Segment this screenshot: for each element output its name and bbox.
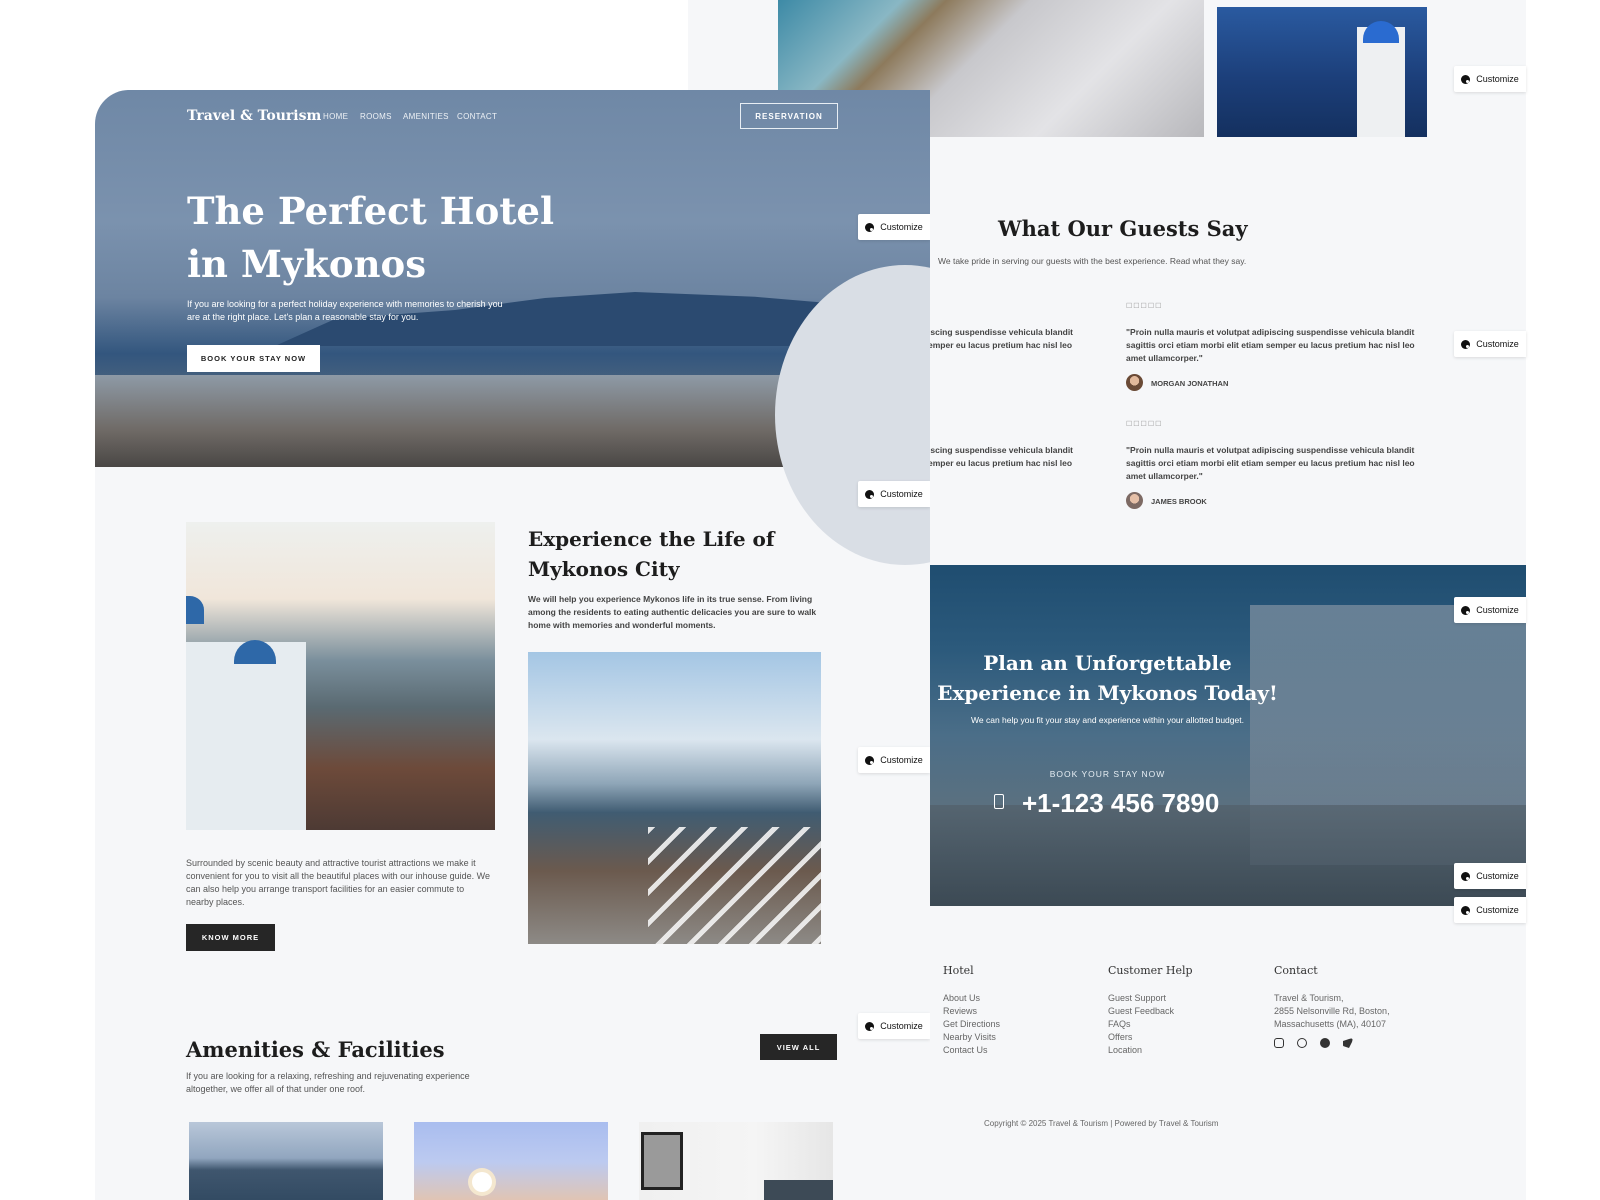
amenity-sea-photo	[189, 1122, 383, 1200]
facebook-icon[interactable]	[1320, 1038, 1330, 1048]
partial-quote-line: emper eu lacus pretium hac nisl leo	[928, 340, 1073, 350]
oia-balcony-photo	[528, 652, 821, 944]
hero-text: If you are looking for a perfect holiday…	[187, 299, 503, 322]
footer-link-about-us[interactable]: About Us	[943, 992, 1000, 1005]
palette-icon	[1461, 871, 1471, 881]
reservation-button[interactable]: RESERVATION	[740, 103, 838, 129]
view-all-button[interactable]: VIEW ALL	[760, 1034, 837, 1060]
footer-copyright: Copyright © 2025 Travel & Tourism | Powe…	[984, 1119, 1219, 1128]
footer-link-offers[interactable]: Offers	[1108, 1031, 1174, 1044]
experience-lead: We will help you experience Mykonos life…	[528, 594, 817, 630]
hero-section: Travel & Tourism HOME ROOMS AMENITIES CO…	[95, 90, 930, 565]
footer-link-nearby-visits[interactable]: Nearby Visits	[943, 1031, 1000, 1044]
phone-icon	[994, 794, 1004, 809]
nav-home[interactable]: HOME	[323, 112, 348, 121]
avatar	[1126, 492, 1143, 509]
customize-label: Customize	[1476, 605, 1519, 615]
palette-icon	[1461, 605, 1471, 615]
customize-button[interactable]: Customize	[858, 481, 930, 507]
twitter-icon[interactable]	[1343, 1038, 1353, 1048]
plan-text: We can help you fit your stay and experi…	[971, 715, 1244, 725]
customize-label: Customize	[880, 1021, 923, 1031]
amenities-title: Amenities & Facilities	[186, 1037, 445, 1062]
palette-icon	[1461, 905, 1471, 915]
customize-button[interactable]: Customize	[858, 747, 930, 773]
customize-button[interactable]: Customize	[1454, 863, 1526, 889]
palette-icon	[865, 222, 875, 232]
testimonial-quote: "Proin nulla mauris et volutpat adipisci…	[1126, 445, 1415, 481]
customize-button[interactable]: Customize	[1454, 597, 1526, 623]
customize-label: Customize	[1476, 905, 1519, 915]
tripadvisor-icon[interactable]	[1297, 1038, 1307, 1048]
partial-quote-2: iscing suspendisse vehicula blandit empe…	[928, 444, 1078, 470]
amenity-room-photo	[639, 1122, 833, 1200]
footer-social-icons	[1274, 1038, 1353, 1048]
avatar	[1126, 374, 1143, 391]
customize-label: Customize	[1476, 74, 1519, 84]
partial-quote-1: iscing suspendisse vehicula blandit empe…	[928, 326, 1078, 352]
footer-contact-title: Contact	[1274, 964, 1318, 977]
partial-quote-line: iscing suspendisse vehicula blandit	[928, 327, 1074, 337]
customize-label: Customize	[1476, 871, 1519, 881]
testimonial-author: JAMES BROOK	[1151, 497, 1207, 506]
site-logo[interactable]: Travel & Tourism	[187, 108, 321, 124]
palette-icon	[865, 1021, 875, 1031]
nav-rooms[interactable]: ROOMS	[360, 112, 392, 121]
rating-stars-icon: ☐☐☐☐☐	[1126, 303, 1163, 310]
customize-button[interactable]: Customize	[858, 1013, 930, 1039]
experience-text: Surrounded by scenic beauty and attracti…	[186, 858, 491, 907]
experience-title: Experience the Life of Mykonos City	[528, 527, 775, 581]
palette-icon	[865, 489, 875, 499]
footer-link-contact-us[interactable]: Contact Us	[943, 1044, 1000, 1057]
partial-quote-line: iscing suspendisse vehicula blandit	[928, 445, 1074, 455]
customize-button[interactable]: Customize	[1454, 66, 1526, 92]
know-more-button[interactable]: KNOW MORE	[186, 924, 275, 951]
phone-number[interactable]: +1-123 456 7890	[1022, 788, 1219, 819]
address-line: Massachusetts (MA), 40107	[1274, 1019, 1387, 1029]
customize-button[interactable]: Customize	[1454, 331, 1526, 357]
palette-icon	[1461, 339, 1471, 349]
testimonial-author: MORGAN JONATHAN	[1151, 379, 1229, 388]
book-stay-button[interactable]: BOOK YOUR STAY NOW	[187, 345, 320, 372]
testimonial-quote: "Proin nulla mauris et volutpat adipisci…	[1126, 327, 1415, 363]
footer-help-title: Customer Help	[1108, 964, 1193, 977]
church-photo	[1217, 7, 1427, 137]
customize-label: Customize	[880, 489, 923, 499]
testimonials-subtitle: We take pride in serving our guests with…	[938, 256, 1247, 266]
address-line: 2855 Nelsonville Rd, Boston,	[1274, 1006, 1390, 1016]
footer-link-reviews[interactable]: Reviews	[943, 1005, 1000, 1018]
footer-contact-address: Travel & Tourism, 2855 Nelsonville Rd, B…	[1274, 992, 1390, 1031]
amenity-spa-photo	[414, 1122, 608, 1200]
nav-contact[interactable]: CONTACT	[457, 112, 497, 121]
rating-stars-icon: ☐☐☐☐☐	[1126, 421, 1163, 428]
customize-label: Customize	[1476, 339, 1519, 349]
partial-quote-line: emper eu lacus pretium hac nisl leo	[928, 458, 1073, 468]
address-line: Travel & Tourism,	[1274, 993, 1344, 1003]
plan-title: Plan an Unforgettable Experience in Myko…	[937, 651, 1278, 705]
instagram-icon[interactable]	[1274, 1038, 1284, 1048]
customize-label: Customize	[880, 222, 923, 232]
testimonials-title: What Our Guests Say	[998, 216, 1248, 241]
footer-link-get-directions[interactable]: Get Directions	[943, 1018, 1000, 1031]
amenities-text: If you are looking for a relaxing, refre…	[186, 1071, 470, 1094]
hero-title: The Perfect Hotel in Mykonos	[187, 189, 555, 286]
front-page-panel: Travel & Tourism HOME ROOMS AMENITIES CO…	[95, 90, 930, 1200]
footer-link-guest-feedback[interactable]: Guest Feedback	[1108, 1005, 1174, 1018]
plan-banner	[930, 565, 1526, 906]
nav-amenities[interactable]: AMENITIES	[403, 112, 449, 121]
footer-link-location[interactable]: Location	[1108, 1044, 1174, 1057]
customize-button[interactable]: Customize	[1454, 897, 1526, 923]
plan-label: BOOK YOUR STAY NOW	[1049, 769, 1166, 779]
customize-button[interactable]: Customize	[858, 214, 930, 240]
santorini-cliff-photo	[186, 522, 495, 830]
footer-hotel-title: Hotel	[943, 964, 974, 977]
footer-link-guest-support[interactable]: Guest Support	[1108, 992, 1174, 1005]
palette-icon	[865, 755, 875, 765]
palette-icon	[1461, 74, 1471, 84]
footer-help-links: Guest Support Guest Feedback FAQs Offers…	[1108, 992, 1174, 1057]
footer-link-faqs[interactable]: FAQs	[1108, 1018, 1174, 1031]
customize-label: Customize	[880, 755, 923, 765]
footer-hotel-links: About Us Reviews Get Directions Nearby V…	[943, 992, 1000, 1057]
